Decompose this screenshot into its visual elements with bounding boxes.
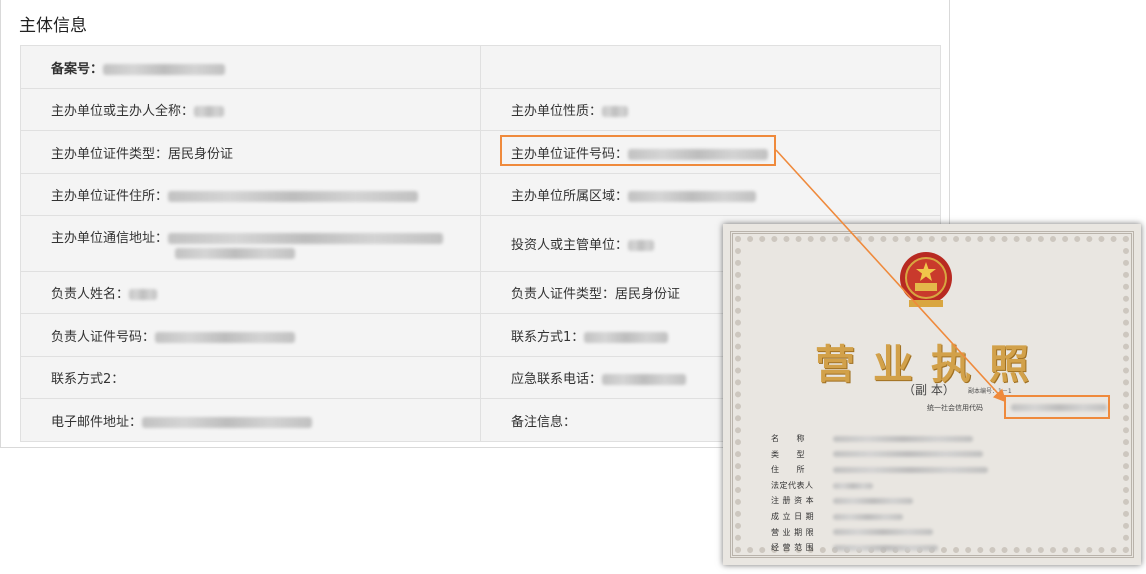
license-subtitle: （副 本）: [903, 383, 955, 397]
credit-code-highlight-box: [1004, 395, 1110, 419]
table-row: 主办单位证件类型：居民身份证 主办单位证件号码：: [20, 130, 941, 174]
cell-principal-id-number: 负责人证件号码：: [20, 313, 481, 357]
license-field-row: 名 称: [771, 431, 988, 447]
license-field-row: 营 业 期 限: [771, 525, 988, 541]
remarks-label: 备注信息：: [511, 414, 577, 430]
license-field-label: 经 营 范 围: [771, 543, 815, 553]
redacted-value: [175, 247, 295, 259]
sponsor-residence-label: 主办单位证件住所：: [51, 189, 169, 204]
redacted-value: [833, 482, 873, 489]
cell-sponsor-name: 主办单位或主办人全称：: [20, 88, 481, 131]
redacted-value: [168, 191, 419, 202]
table-row: 备案号：: [20, 45, 941, 89]
license-field-label: 法定代表人: [771, 480, 814, 490]
redacted-value: [168, 232, 444, 244]
cell-principal-name: 负责人姓名：: [20, 271, 481, 314]
cell-sponsor-id-type: 主办单位证件类型：居民身份证: [20, 130, 481, 174]
license-field-label: 住 所: [771, 465, 805, 475]
license-field-label: 名 称: [771, 434, 805, 443]
sponsor-address-label: 主办单位通信地址：: [51, 230, 169, 246]
sponsor-id-type-label: 主办单位证件类型：居民身份证: [51, 146, 234, 162]
redacted-value: [833, 466, 988, 473]
license-fields: 名 称 类 型 住 所 法定代表人 注 册 资 本 成 立 日 期 营 业 期 …: [771, 431, 988, 556]
cell-empty: [480, 45, 941, 89]
license-field-row: 住 所: [771, 462, 988, 478]
sponsor-region-label: 主办单位所属区域：: [511, 189, 629, 204]
cell-contact-2: 联系方式2：: [20, 356, 481, 399]
license-field-label: 营 业 期 限: [771, 527, 815, 537]
license-field-label: 成 立 日 期: [771, 511, 815, 521]
record-number-label: 备案号：: [51, 61, 104, 77]
emergency-phone-label: 应急联系电话：: [511, 372, 603, 387]
principal-name-label: 负责人姓名：: [51, 287, 130, 302]
redacted-value: [628, 191, 757, 202]
redacted-value: [833, 529, 933, 536]
cell-record-number: 备案号：: [20, 45, 481, 89]
redacted-value: [155, 331, 296, 343]
license-copy-number: 副本编号：1－1: [968, 388, 1012, 395]
cell-email: 电子邮件地址：: [20, 398, 481, 442]
license-field-row: 类 型: [771, 447, 988, 463]
redacted-value: [628, 240, 655, 251]
redacted-value: [833, 435, 973, 442]
license-field-label: 类 型: [771, 449, 805, 459]
cell-sponsor-region: 主办单位所属区域：: [480, 173, 941, 216]
business-license-image: 营业执照 （副 本） 副本编号：1－1 统一社会信用代码 名 称 类 型 住 所…: [723, 224, 1141, 565]
panel-title: 主体信息: [19, 16, 87, 36]
cell-sponsor-residence: 主办单位证件住所：: [20, 173, 481, 216]
redacted-value: [194, 106, 225, 117]
table-row: 主办单位证件住所： 主办单位所属区域：: [20, 173, 941, 216]
redacted-value: [833, 513, 903, 520]
cell-sponsor-address: 主办单位通信地址：: [20, 215, 481, 272]
license-field-row: 经 营 范 围: [771, 540, 988, 556]
id-number-highlight-box: [500, 135, 776, 166]
contact-1-label: 联系方式1：: [511, 329, 585, 345]
redacted-value: [833, 544, 938, 551]
email-label: 电子邮件地址：: [51, 414, 143, 430]
principal-id-number-label: 负责人证件号码：: [51, 329, 156, 345]
contact-2-label: 联系方式2：: [51, 372, 125, 387]
redacted-value: [833, 451, 983, 458]
cell-sponsor-nature: 主办单位性质：: [480, 88, 941, 131]
principal-id-type-label: 负责人证件类型：居民身份证: [511, 287, 681, 302]
redacted-value: [129, 289, 158, 300]
investor-label: 投资人或主管单位：: [511, 238, 629, 253]
sponsor-name-label: 主办单位或主办人全称：: [51, 104, 195, 119]
redacted-value: [584, 331, 669, 343]
redacted-value: [142, 416, 313, 428]
table-row: 主办单位或主办人全称： 主办单位性质：: [20, 88, 941, 131]
sponsor-nature-label: 主办单位性质：: [511, 104, 603, 119]
license-field-row: 成 立 日 期: [771, 509, 988, 525]
national-emblem-icon: [900, 252, 952, 307]
license-field-row: 法定代表人: [771, 478, 988, 494]
license-field-label: 注 册 资 本: [771, 496, 815, 506]
redacted-value: [833, 498, 913, 505]
license-field-row: 注 册 资 本: [771, 493, 988, 509]
redacted-value: [103, 63, 226, 75]
credit-code-label: 统一社会信用代码: [927, 404, 983, 412]
redacted-value: [602, 374, 687, 385]
redacted-value: [602, 106, 629, 117]
